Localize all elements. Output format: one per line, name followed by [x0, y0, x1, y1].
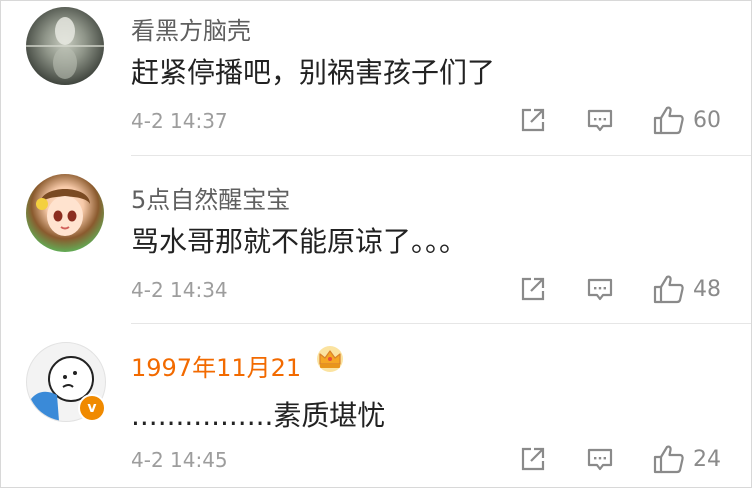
comment-item: 看黑方脑壳 赶紧停播吧，别祸害孩子们了 4-2 14:37 60: [1, 1, 752, 156]
avatar-image-icon: [36, 189, 90, 236]
crown-icon: [317, 346, 343, 372]
like-count: 60: [693, 107, 721, 133]
comment-button[interactable]: [586, 276, 614, 304]
share-icon: [521, 108, 545, 132]
comment-text: 骂水哥那就不能原谅了。。。: [131, 225, 468, 258]
like-button[interactable]: 48: [653, 274, 721, 304]
share-button[interactable]: [519, 106, 547, 134]
thumbs-up-icon: [653, 106, 684, 135]
thumbs-up-icon: [653, 445, 684, 474]
comment-timestamp: 4-2 14:37: [131, 109, 228, 133]
share-icon: [521, 277, 545, 301]
share-button[interactable]: [519, 275, 547, 303]
share-icon: [521, 447, 545, 471]
comment-username[interactable]: 1997年11月21: [131, 348, 301, 383]
comment-button[interactable]: [586, 446, 614, 474]
doll-girl-avatar[interactable]: [26, 174, 104, 252]
comment-icon: [587, 109, 613, 132]
comment-icon: [587, 448, 613, 471]
comment-username[interactable]: 5点自然醒宝宝: [131, 180, 290, 215]
like-count: 24: [693, 446, 721, 472]
like-button[interactable]: 60: [653, 105, 721, 135]
comment-item: v 1997年11月21 ................素质堪忧 4-2 14…: [1, 324, 752, 489]
comment-item: 5点自然醒宝宝 骂水哥那就不能原谅了。。。 4-2 14:34 48: [1, 156, 752, 324]
avatar-image-icon: [26, 17, 104, 79]
thumbs-up-icon: [653, 275, 684, 304]
comment-text: 赶紧停播吧，别祸害孩子们了: [131, 56, 496, 89]
comment-button[interactable]: [586, 107, 614, 135]
verified-badge: v: [78, 394, 106, 422]
share-button[interactable]: [519, 445, 547, 473]
comment-timestamp: 4-2 14:34: [131, 278, 228, 302]
comment-icon: [587, 278, 613, 301]
comment-username[interactable]: 看黑方脑壳: [131, 11, 251, 46]
verified-badge-letter: v: [87, 400, 97, 416]
comment-text: ................素质堪忧: [131, 399, 386, 432]
like-count: 48: [693, 276, 721, 302]
comment-timestamp: 4-2 14:45: [131, 448, 228, 472]
like-button[interactable]: 24: [653, 444, 721, 474]
tiger-reflection-avatar[interactable]: [26, 7, 104, 85]
